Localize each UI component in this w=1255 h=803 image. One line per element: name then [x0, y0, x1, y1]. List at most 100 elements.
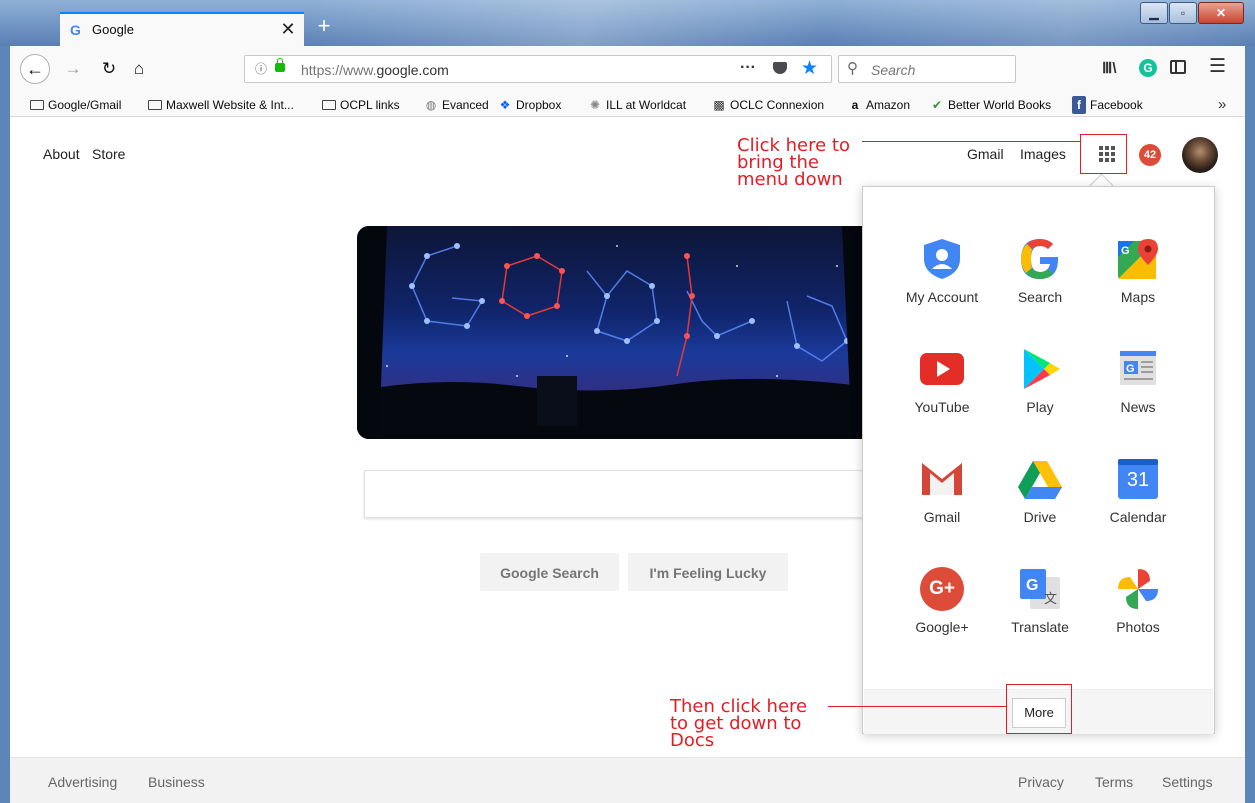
folder-icon: [322, 100, 336, 110]
app-play[interactable]: Play: [991, 327, 1089, 437]
notification-badge[interactable]: 42: [1139, 144, 1161, 166]
gmail-link[interactable]: Gmail: [967, 145, 1004, 163]
app-label: Drive: [1023, 509, 1057, 525]
amazon-icon: a: [851, 98, 859, 112]
bookmark-google-gmail[interactable]: Google/Gmail: [30, 96, 121, 114]
business-link[interactable]: Business: [148, 773, 205, 791]
window-close-button[interactable]: ✕: [1198, 2, 1244, 24]
annotation-line-bottom: [828, 706, 1006, 707]
svg-text:G: G: [1121, 245, 1130, 257]
facebook-icon: f: [1072, 96, 1086, 114]
url-prefix: https://www.: [301, 62, 377, 78]
bookmark-better-world-books[interactable]: ✔ Better World Books: [930, 96, 1051, 114]
bookmark-evanced[interactable]: ◍ Evanced: [424, 96, 489, 114]
google-plus-icon: G+: [920, 567, 964, 611]
app-label: My Account: [905, 289, 979, 305]
bookmark-label: ILL at Worldcat: [606, 98, 687, 112]
window-maximize-button[interactable]: ▫: [1169, 2, 1197, 24]
google-doodle[interactable]: [357, 226, 877, 439]
search-input[interactable]: [364, 470, 874, 518]
bookmark-amazon[interactable]: a Amazon: [848, 96, 910, 114]
calendar-day: 31: [1126, 469, 1150, 491]
google-plus-text: G+: [929, 578, 955, 599]
app-photos[interactable]: Photos: [1089, 547, 1187, 657]
calendar-icon: 31: [1116, 457, 1160, 501]
app-google-plus[interactable]: G+ Google+: [893, 547, 991, 657]
forward-icon[interactable]: →: [62, 58, 84, 80]
app-label: YouTube: [914, 399, 970, 415]
bookmark-facebook[interactable]: f Facebook: [1072, 96, 1143, 114]
minimize-icon: ▁: [1149, 6, 1159, 20]
library-icon[interactable]: Ⅲ\: [1102, 58, 1117, 80]
bookmark-star-icon[interactable]: ★: [801, 58, 818, 80]
bookmark-label: Amazon: [866, 98, 911, 112]
annotation-text: menu down: [737, 169, 843, 190]
new-tab-button[interactable]: +: [312, 14, 336, 38]
globe-icon: ◍: [425, 98, 437, 112]
app-my-account[interactable]: My Account: [893, 217, 991, 327]
bookmark-dropbox[interactable]: ❖ Dropbox: [498, 96, 562, 114]
terms-link[interactable]: Terms: [1095, 773, 1133, 791]
home-icon[interactable]: ⌂: [128, 58, 150, 80]
store-link[interactable]: Store: [92, 145, 125, 163]
app-label: Calendar: [1109, 509, 1167, 525]
annotation-box-more: [1006, 684, 1072, 734]
bookmark-ocpl-links[interactable]: OCPL links: [322, 96, 400, 114]
back-icon[interactable]: ←: [20, 54, 50, 84]
bookmark-oclc-connexion[interactable]: ▩ OCLC Connexion: [712, 96, 824, 114]
annotation-top: Click here to bring the menu down: [737, 137, 850, 190]
google-search-button[interactable]: Google Search: [480, 553, 619, 591]
close-icon: ✕: [1215, 6, 1227, 20]
avatar[interactable]: [1182, 137, 1218, 173]
url-domain: google.com: [376, 62, 449, 78]
settings-link[interactable]: Settings: [1162, 773, 1213, 791]
bookmark-label: Maxwell Website & Int...: [166, 98, 294, 112]
app-label: Google+: [915, 619, 969, 635]
url-text[interactable]: https://www.google.com: [301, 60, 449, 80]
page-footer: Advertising Business Privacy Terms Setti…: [10, 757, 1245, 803]
app-search[interactable]: Search: [991, 217, 1089, 327]
folder-icon: [148, 100, 162, 110]
bookmarks-overflow-icon[interactable]: »: [1218, 95, 1226, 115]
app-label: Gmail: [923, 509, 961, 525]
sidebar-icon[interactable]: [1170, 60, 1186, 74]
news-icon: G: [1116, 347, 1160, 391]
search-placeholder: Search: [871, 62, 916, 78]
images-link[interactable]: Images: [1020, 145, 1066, 163]
bwb-icon: ✔: [931, 98, 943, 112]
dropbox-icon: ❖: [499, 98, 511, 112]
menu-icon[interactable]: ☰: [1209, 56, 1226, 78]
browser-tab[interactable]: G Google ✕: [60, 12, 304, 46]
info-icon[interactable]: ⓘ: [255, 60, 267, 78]
titlebar-gloss: [300, 0, 1255, 46]
privacy-link[interactable]: Privacy: [1018, 773, 1064, 791]
advertising-link[interactable]: Advertising: [48, 773, 117, 791]
annotation-line-top: [862, 141, 1080, 142]
photos-icon: [1116, 567, 1160, 611]
app-maps[interactable]: G Maps: [1089, 217, 1187, 327]
search-bar[interactable]: ⚲ Search: [838, 55, 1016, 83]
bookmark-maxwell[interactable]: Maxwell Website & Int...: [148, 96, 294, 114]
feeling-lucky-button[interactable]: I'm Feeling Lucky: [628, 553, 788, 591]
app-drive[interactable]: Drive: [991, 437, 1089, 547]
app-translate[interactable]: G文 Translate: [991, 547, 1089, 657]
app-label: Photos: [1116, 619, 1160, 635]
drive-icon: [1018, 457, 1062, 501]
app-news[interactable]: G News: [1089, 327, 1187, 437]
page-actions-icon[interactable]: ···: [740, 58, 756, 78]
pocket-icon[interactable]: [773, 62, 787, 74]
my-account-icon: [920, 237, 964, 281]
app-label: Maps: [1120, 289, 1156, 305]
app-label: News: [1120, 399, 1156, 415]
app-calendar[interactable]: 31 Calendar: [1089, 437, 1187, 547]
about-link[interactable]: About: [43, 145, 80, 163]
bookmark-ill-worldcat[interactable]: ✺ ILL at Worldcat: [588, 96, 686, 114]
grammarly-icon[interactable]: G: [1139, 59, 1157, 77]
url-bar[interactable]: ⓘ https://www.google.com ··· ★: [244, 55, 832, 83]
reload-icon[interactable]: ↻: [98, 58, 120, 80]
tab-close-icon[interactable]: ✕: [278, 19, 298, 39]
app-youtube[interactable]: YouTube: [893, 327, 991, 437]
folder-icon: [30, 100, 44, 110]
window-minimize-button[interactable]: ▁: [1140, 2, 1168, 24]
app-gmail[interactable]: Gmail: [893, 437, 991, 547]
